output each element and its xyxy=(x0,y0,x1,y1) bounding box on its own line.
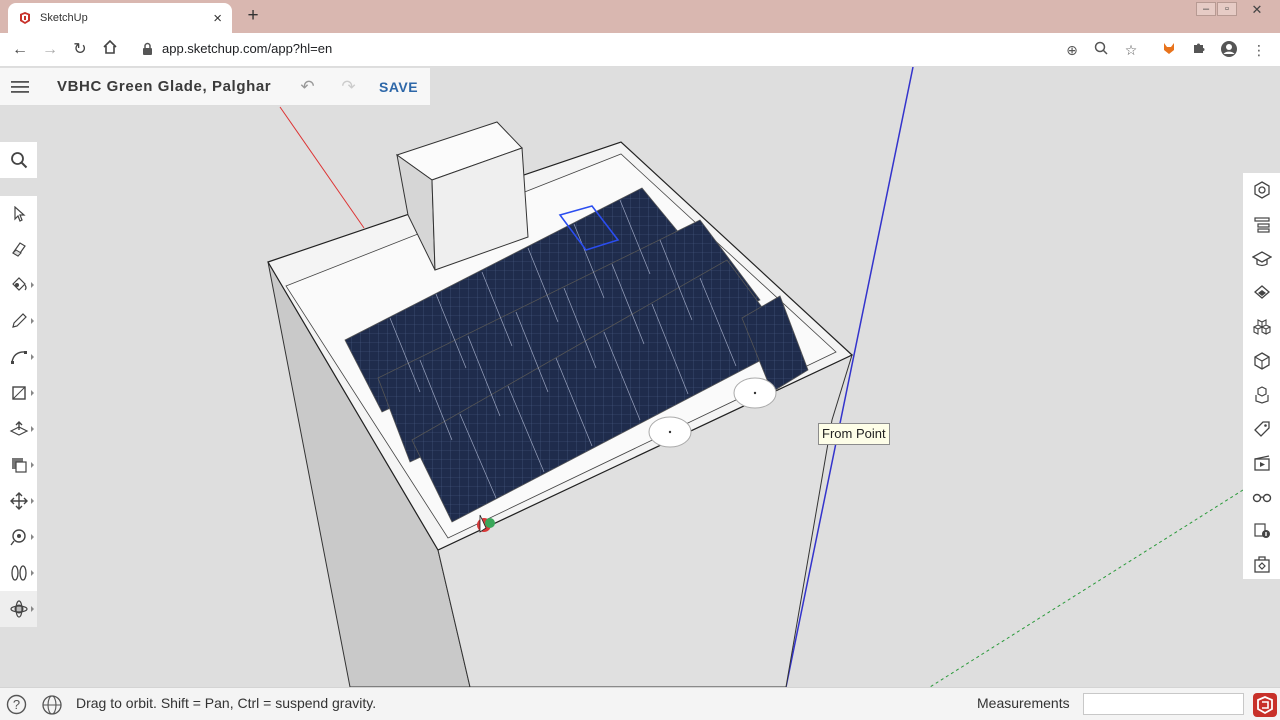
layers-button[interactable] xyxy=(1243,378,1280,412)
measurements-input[interactable] xyxy=(1083,693,1244,715)
paint-bucket-icon xyxy=(11,277,27,291)
pencil-tool[interactable] xyxy=(0,303,37,339)
search-icon xyxy=(10,152,27,169)
globe-icon[interactable] xyxy=(41,694,63,716)
push-pull-tool[interactable] xyxy=(0,411,37,447)
sketchup-favicon-icon xyxy=(20,12,30,24)
select-tool[interactable] xyxy=(0,196,37,232)
select-icon xyxy=(13,206,26,222)
tape-measure-icon xyxy=(9,529,26,546)
zoom-icon[interactable] xyxy=(1091,40,1111,60)
extension-icon xyxy=(1253,556,1270,573)
back-icon[interactable]: ← xyxy=(9,39,31,61)
scenes-icon xyxy=(1253,455,1270,471)
undo-icon[interactable]: ↶ xyxy=(287,68,328,106)
instructor-icon xyxy=(1251,251,1272,267)
outliner-button[interactable] xyxy=(1243,208,1280,242)
walk-icon xyxy=(10,565,27,581)
display-button[interactable] xyxy=(1243,480,1280,514)
status-bar: ? Drag to orbit. Shift = Pan, Ctrl = sus… xyxy=(0,687,1280,720)
styles-icon xyxy=(1253,352,1270,370)
components-button[interactable] xyxy=(1243,310,1280,344)
green-axis xyxy=(929,489,1244,687)
extension-manager-button[interactable] xyxy=(1243,548,1280,582)
home-icon[interactable] xyxy=(99,39,121,61)
tab-close-icon[interactable]: × xyxy=(213,10,222,27)
instructor-button[interactable] xyxy=(1243,242,1280,276)
title-panel: VBHC Green Glade, Palghar ↶ ↷ SAVE xyxy=(0,68,430,106)
extensions-puzzle-icon[interactable] xyxy=(1189,40,1209,60)
tape-measure-tool[interactable] xyxy=(0,519,37,555)
orbit-tool[interactable] xyxy=(0,591,37,627)
offset-tool[interactable] xyxy=(0,447,37,483)
arc-tool[interactable] xyxy=(0,339,37,375)
move-tool[interactable] xyxy=(0,483,37,519)
tags-button[interactable] xyxy=(1243,412,1280,446)
outliner-icon xyxy=(1253,217,1270,233)
minimize-icon[interactable]: – xyxy=(1196,2,1216,16)
red-axis xyxy=(279,106,365,229)
tab-title: SketchUp xyxy=(40,12,88,24)
maximize-icon[interactable]: ▫ xyxy=(1217,2,1237,16)
hamburger-menu-icon[interactable] xyxy=(0,68,40,106)
display-icon xyxy=(1252,493,1271,503)
address-bar[interactable]: app.sketchup.com/app?hl=en xyxy=(162,41,332,56)
sketchup-logo-icon[interactable] xyxy=(1253,693,1277,717)
eraser-icon xyxy=(11,242,26,257)
walk-tool[interactable] xyxy=(0,555,37,591)
inference-tooltip: From Point xyxy=(818,423,890,445)
rectangle-icon xyxy=(11,386,26,400)
browser-tab[interactable]: SketchUp × xyxy=(8,3,232,33)
paint-bucket-tool[interactable] xyxy=(0,267,37,303)
offset-icon xyxy=(11,458,27,473)
tags-icon xyxy=(1253,421,1270,437)
profile-avatar-icon[interactable] xyxy=(1219,40,1239,60)
styles-button[interactable] xyxy=(1243,344,1280,378)
model-title: VBHC Green Glade, Palghar xyxy=(57,78,272,95)
scenes-button[interactable] xyxy=(1243,446,1280,480)
solar-north-button[interactable] xyxy=(1243,514,1280,548)
pencil-icon xyxy=(11,313,27,328)
help-icon[interactable]: ? xyxy=(6,694,27,715)
left-toolbar xyxy=(0,196,37,627)
materials-button[interactable] xyxy=(1243,276,1280,310)
entity-info-icon xyxy=(1253,181,1270,199)
redo-icon[interactable]: ↷ xyxy=(328,68,369,106)
components-icon xyxy=(1252,319,1271,335)
save-button[interactable]: SAVE xyxy=(379,79,418,95)
materials-icon xyxy=(1253,285,1270,299)
solar-north-icon xyxy=(1253,523,1270,538)
orbit-icon xyxy=(9,600,28,618)
install-app-icon[interactable]: ⊕ xyxy=(1062,40,1082,60)
3d-viewport[interactable] xyxy=(0,67,1280,687)
arc-icon xyxy=(10,351,27,364)
push-pull-icon xyxy=(9,421,28,436)
reload-icon[interactable]: ↻ xyxy=(69,39,91,61)
lock-icon[interactable] xyxy=(142,42,153,56)
model-scene[interactable] xyxy=(0,67,1280,687)
status-hint: Drag to orbit. Shift = Pan, Ctrl = suspe… xyxy=(76,695,377,711)
forward-icon[interactable]: → xyxy=(39,39,61,61)
layers-icon xyxy=(1254,386,1269,404)
measurements-label: Measurements xyxy=(977,695,1070,711)
browser-tab-bar: SketchUp × + – ▫ ✕ xyxy=(0,0,1280,33)
bookmark-star-icon[interactable]: ☆ xyxy=(1121,40,1141,60)
right-panel-toolbar xyxy=(1243,173,1280,579)
eraser-tool[interactable] xyxy=(0,231,37,267)
extension-fox-icon[interactable] xyxy=(1159,40,1179,60)
move-icon xyxy=(9,492,28,510)
window-close-icon[interactable]: ✕ xyxy=(1238,2,1276,17)
entity-info-button[interactable] xyxy=(1243,173,1280,207)
rectangle-tool[interactable] xyxy=(0,375,37,411)
new-tab-button[interactable]: + xyxy=(242,5,264,27)
svg-text:?: ? xyxy=(13,697,20,712)
browser-toolbar: ← → ↻ app.sketchup.com/app?hl=en ⊕ ☆ ⋮ xyxy=(0,33,1280,67)
search-button[interactable] xyxy=(0,142,37,178)
browser-menu-icon[interactable]: ⋮ xyxy=(1249,40,1269,60)
